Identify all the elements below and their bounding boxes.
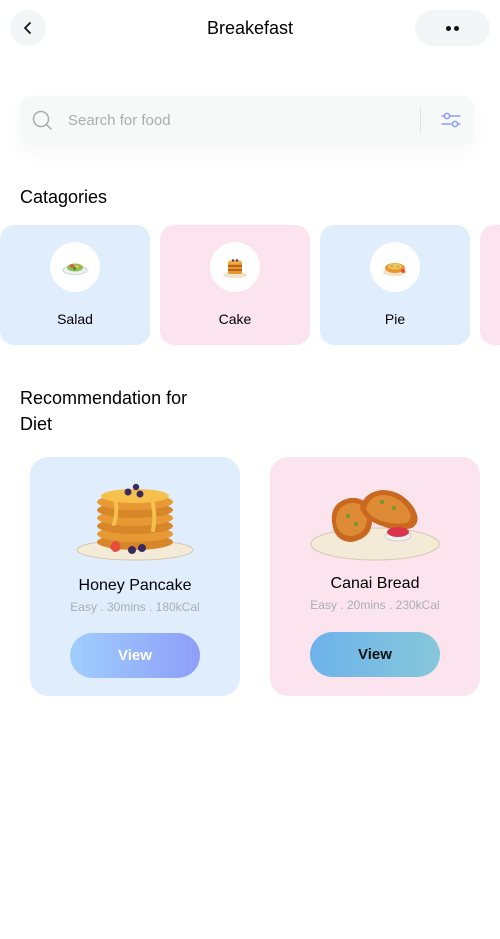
- category-label: Salad: [57, 311, 93, 327]
- category-card-partial[interactable]: [480, 225, 500, 345]
- recommendation-card-canai-bread[interactable]: Canai Bread Easy . 20mins . 230kCal View: [270, 457, 480, 696]
- more-dot-icon: [446, 25, 451, 31]
- category-label: Pie: [384, 311, 406, 327]
- salad-icon: [50, 242, 100, 292]
- pie-icon: [370, 242, 420, 292]
- recommendation-heading: Recommendation for Diet: [20, 388, 188, 434]
- view-button[interactable]: View: [70, 633, 200, 678]
- category-card-salad[interactable]: Salad: [0, 225, 150, 345]
- search-icon: [32, 110, 52, 130]
- search-divider: [420, 108, 421, 132]
- pancake-image-icon: [76, 483, 194, 561]
- search-input[interactable]: [68, 96, 408, 144]
- view-button[interactable]: View: [310, 632, 440, 677]
- recommendation-card-honey-pancake[interactable]: Honey Pancake Easy . 30mins . 180kCal Vi…: [30, 457, 240, 696]
- app-header: Breakefast: [0, 10, 500, 46]
- category-card-pie[interactable]: Pie: [320, 225, 470, 345]
- cake-icon: [210, 242, 260, 292]
- filter-icon[interactable]: [440, 109, 462, 131]
- search-bar: [20, 96, 474, 144]
- more-options-button[interactable]: [415, 10, 490, 46]
- recommendation-meta: Easy . 30mins . 180kCal: [70, 600, 200, 614]
- category-label: Cake: [218, 311, 252, 327]
- recommendation-name: Canai Bread: [330, 575, 420, 592]
- recommendation-name: Honey Pancake: [78, 577, 192, 594]
- recommendation-meta: Easy . 20mins . 230kCal: [310, 598, 440, 612]
- more-dot-icon: [454, 25, 459, 31]
- categories-heading: Catagories: [20, 187, 108, 207]
- categories-list: Salad Cake Pie: [0, 225, 500, 345]
- canai-bread-image-icon: [310, 490, 440, 561]
- category-card-cake[interactable]: Cake: [160, 225, 310, 345]
